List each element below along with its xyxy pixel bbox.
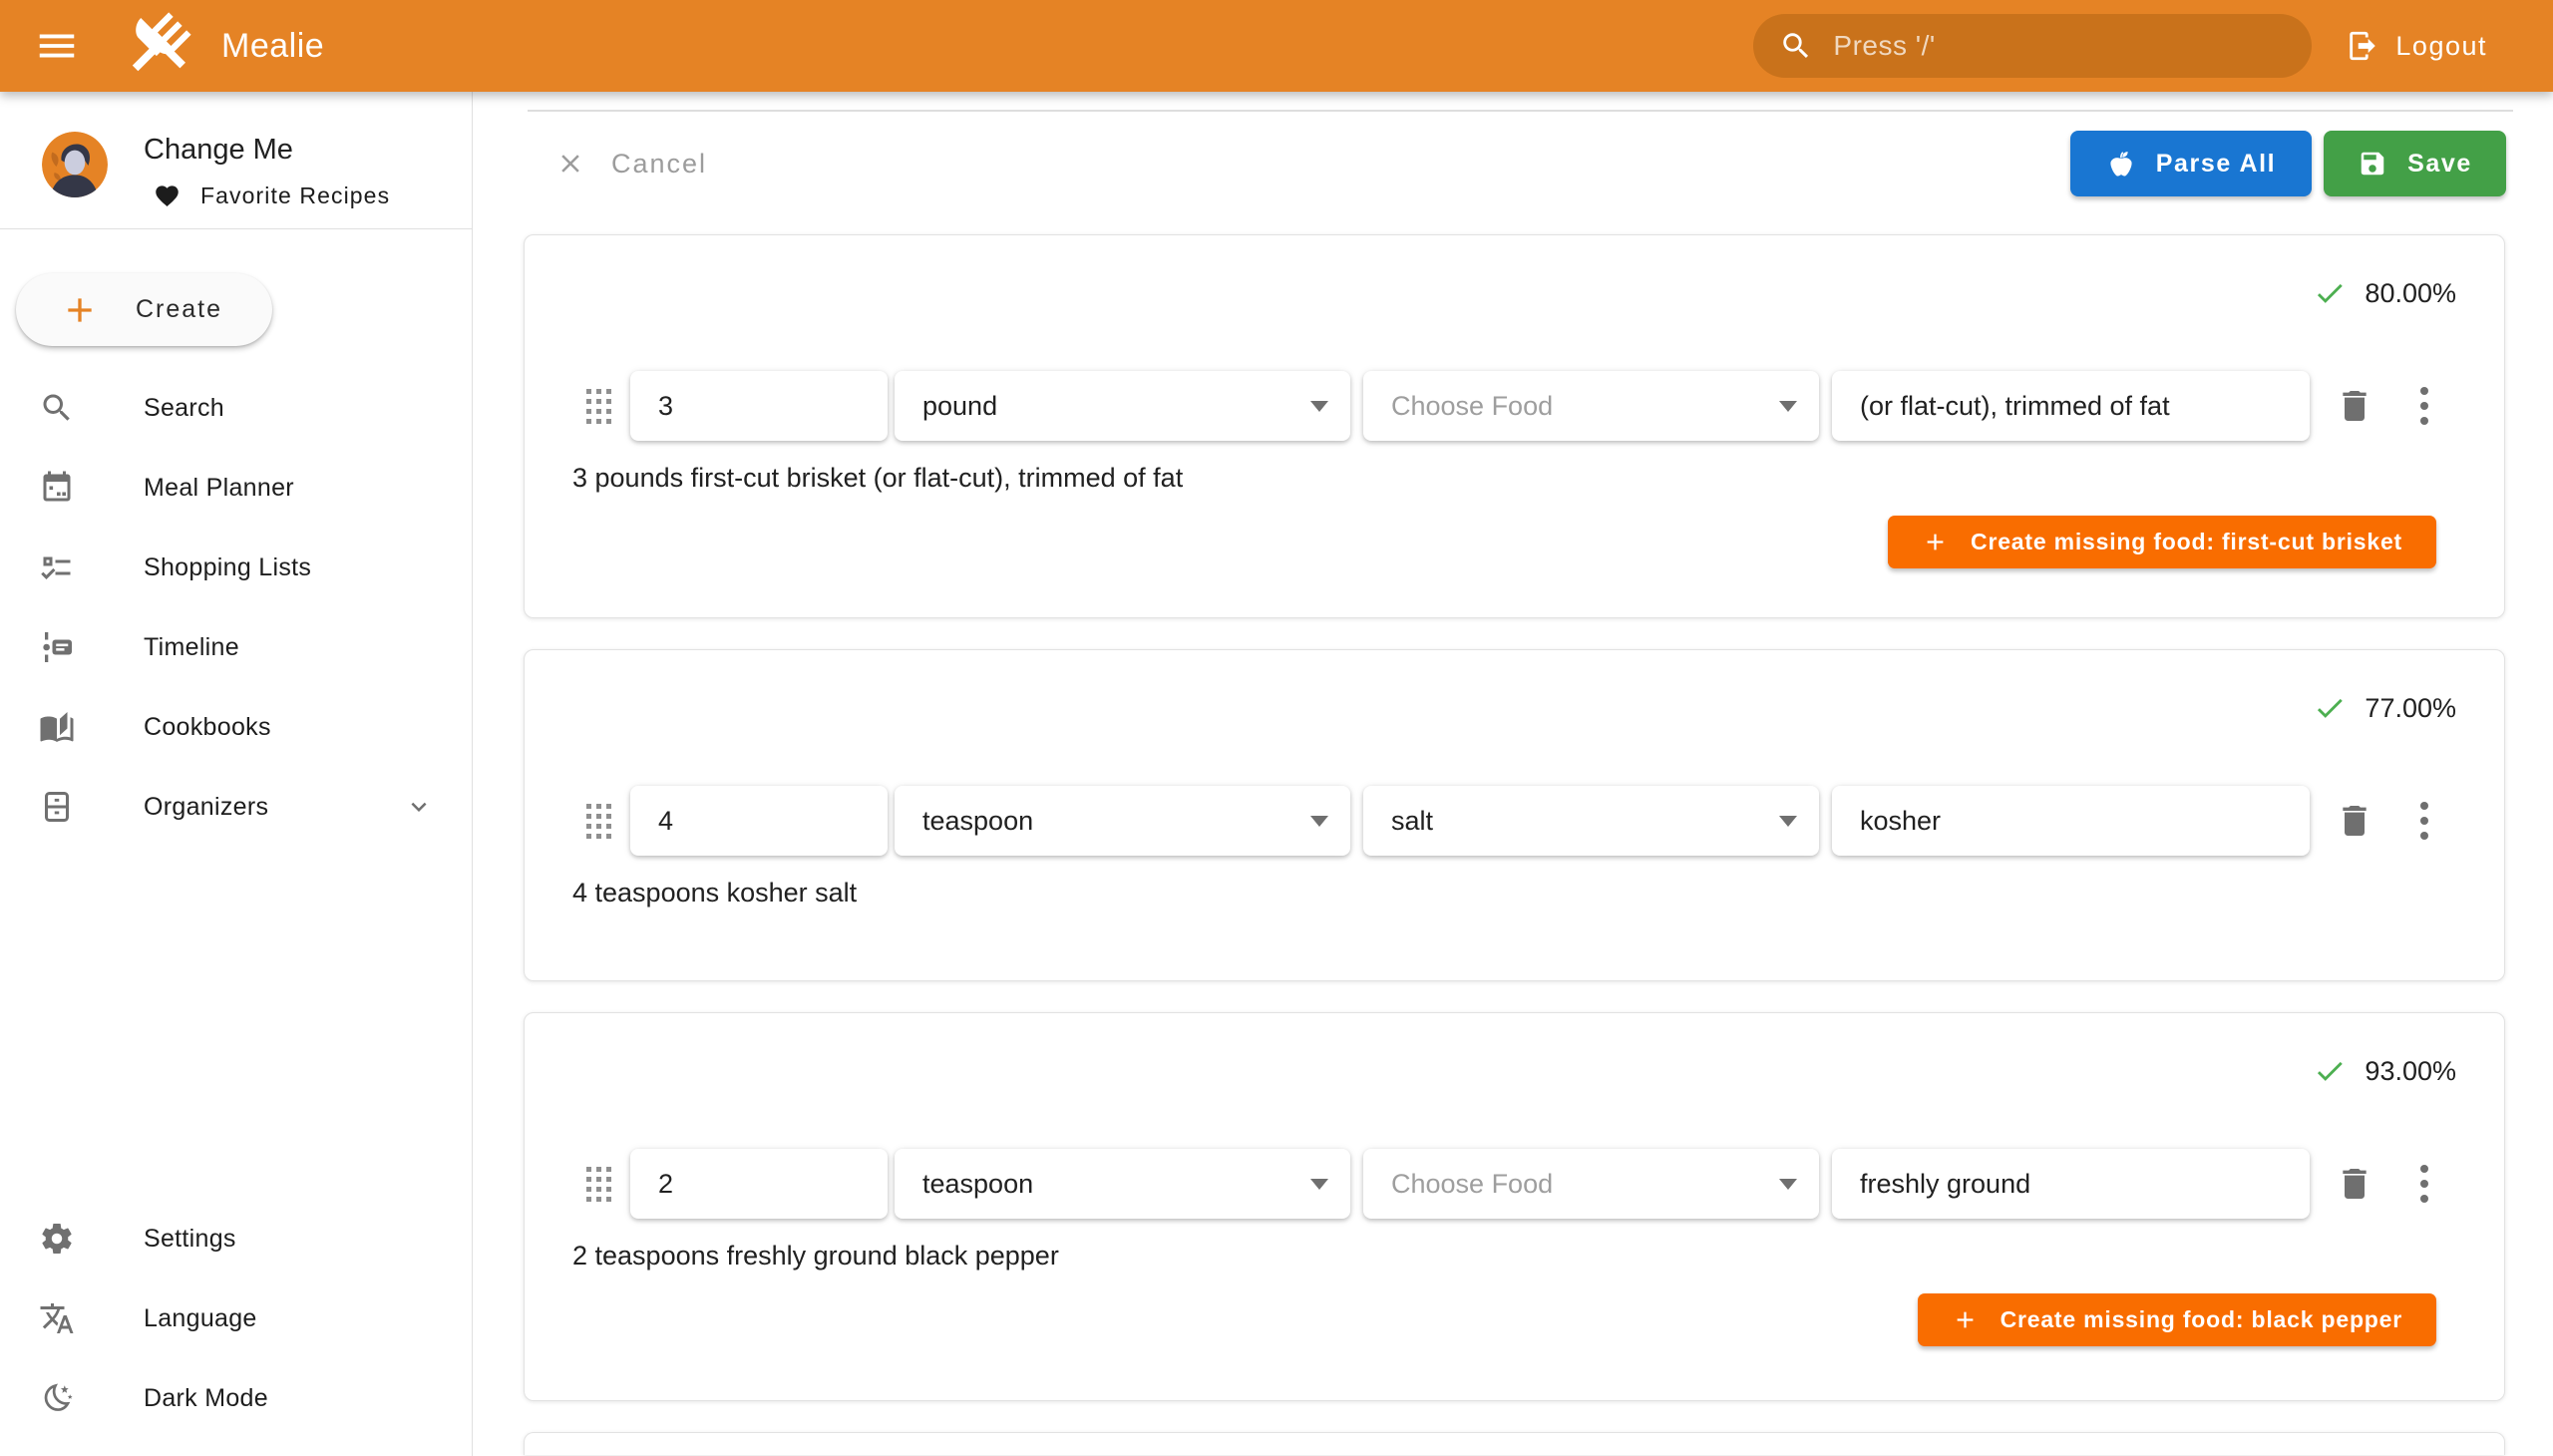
- cancel-button[interactable]: Cancel: [555, 149, 707, 180]
- food-select[interactable]: Choose Food: [1363, 371, 1819, 441]
- chevron-down-icon: [404, 792, 434, 822]
- favorite-recipes-link[interactable]: Favorite Recipes: [144, 182, 390, 209]
- quantity-input[interactable]: [630, 1149, 888, 1219]
- food-select[interactable]: Choose Food: [1363, 1149, 1819, 1219]
- food-select[interactable]: salt: [1363, 786, 1819, 856]
- original-ingredient-text: 4 teaspoons kosher salt: [572, 878, 2456, 909]
- confidence-check-icon: [2313, 691, 2347, 725]
- create-missing-food-button[interactable]: Create missing food: first-cut brisket: [1888, 516, 2436, 568]
- search-placeholder: Press '/': [1833, 30, 1935, 62]
- more-options-icon[interactable]: [2416, 383, 2432, 429]
- confidence-value: 93.00%: [2365, 1056, 2456, 1087]
- caret-down-icon: [1779, 816, 1797, 827]
- confidence-check-icon: [2313, 1054, 2347, 1088]
- calendar-icon: [39, 470, 75, 506]
- note-input[interactable]: [1832, 371, 2310, 441]
- mealie-logo-icon: [120, 8, 195, 84]
- caret-down-icon: [1310, 1179, 1328, 1190]
- logout-label: Logout: [2395, 31, 2487, 62]
- ingredient-card: 93.00% teaspoon Choose Food: [524, 1012, 2505, 1401]
- parse-all-button[interactable]: Parse All: [2070, 131, 2312, 196]
- unit-select[interactable]: teaspoon: [895, 786, 1350, 856]
- caret-down-icon: [1779, 401, 1797, 412]
- ingredient-card: 77.00% teaspoon salt: [524, 649, 2505, 981]
- timeline-icon: [39, 629, 75, 665]
- save-button[interactable]: Save: [2324, 131, 2506, 196]
- user-name: Change Me: [144, 134, 390, 167]
- unit-select[interactable]: pound: [895, 371, 1350, 441]
- sidebar-item-search[interactable]: Search: [0, 368, 472, 448]
- apple-icon: [2106, 149, 2136, 179]
- sidebar-item-shopping-lists[interactable]: Shopping Lists: [0, 528, 472, 607]
- create-label: Create: [136, 295, 222, 324]
- app-bar: Mealie Press '/' Logout: [0, 0, 2553, 92]
- checklist-icon: [39, 549, 75, 585]
- sidebar-item-timeline[interactable]: Timeline: [0, 607, 472, 687]
- search-icon: [39, 390, 75, 426]
- more-options-icon[interactable]: [2416, 1161, 2432, 1207]
- moon-icon: [39, 1380, 75, 1416]
- gear-icon: [39, 1221, 75, 1257]
- app-title: Mealie: [221, 27, 324, 66]
- create-button[interactable]: Create: [16, 273, 272, 346]
- sidebar-item-organizers[interactable]: Organizers: [0, 767, 472, 847]
- confidence-value: 77.00%: [2365, 693, 2456, 724]
- user-profile: Change Me Favorite Recipes: [0, 92, 472, 228]
- confidence-check-icon: [2313, 276, 2347, 310]
- note-input[interactable]: [1832, 1149, 2310, 1219]
- drag-handle[interactable]: [586, 804, 611, 839]
- logout-button[interactable]: Logout: [2346, 29, 2487, 63]
- caret-down-icon: [1310, 401, 1328, 412]
- sidebar-item-cookbooks[interactable]: Cookbooks: [0, 687, 472, 767]
- delete-icon[interactable]: [2335, 386, 2374, 426]
- plus-icon: [1922, 529, 1949, 555]
- global-search-input[interactable]: Press '/': [1753, 14, 2312, 78]
- sidebar-bottom-nav: Settings Language Dark Mode: [0, 1199, 472, 1456]
- ingredient-card: 80.00% pound Choose Food: [524, 234, 2505, 618]
- original-ingredient-text: 3 pounds first-cut brisket (or flat-cut)…: [572, 463, 2456, 494]
- book-icon: [39, 709, 75, 745]
- plus-icon: [60, 290, 100, 330]
- quantity-input[interactable]: [630, 786, 888, 856]
- ingredient-list: 80.00% pound Choose Food: [524, 234, 2505, 1455]
- sidebar-nav: Search Meal Planner Shopping Lists: [0, 368, 472, 847]
- sidebar-divider: [0, 228, 472, 229]
- favorite-recipes-label: Favorite Recipes: [200, 182, 390, 209]
- logout-icon: [2346, 29, 2379, 63]
- drag-handle[interactable]: [586, 389, 611, 424]
- drag-handle[interactable]: [586, 1167, 611, 1202]
- translate-icon: [39, 1300, 75, 1336]
- sidebar-item-meal-planner[interactable]: Meal Planner: [0, 448, 472, 528]
- search-icon: [1779, 29, 1813, 63]
- ingredient-parser-main: Cancel Parse All Save: [473, 92, 2553, 1456]
- caret-down-icon: [1310, 816, 1328, 827]
- parser-toolbar: Cancel Parse All Save: [473, 131, 2553, 196]
- original-ingredient-text: 2 teaspoons freshly ground black pepper: [572, 1241, 2456, 1272]
- create-missing-food-button[interactable]: Create missing food: black pepper: [1918, 1293, 2436, 1346]
- more-options-icon[interactable]: [2416, 798, 2432, 844]
- delete-icon[interactable]: [2335, 1164, 2374, 1204]
- note-input[interactable]: [1832, 786, 2310, 856]
- avatar[interactable]: [42, 132, 108, 197]
- content-top-divider: [528, 110, 2513, 112]
- quantity-input[interactable]: [630, 371, 888, 441]
- floppy-icon: [2358, 149, 2387, 179]
- delete-icon[interactable]: [2335, 801, 2374, 841]
- sidebar-item-language[interactable]: Language: [0, 1278, 472, 1358]
- plus-icon: [1952, 1306, 1979, 1333]
- ingredient-card-partial: [524, 1432, 2505, 1455]
- brand[interactable]: Mealie: [120, 8, 324, 84]
- confidence-value: 80.00%: [2365, 278, 2456, 309]
- close-icon: [555, 149, 585, 179]
- unit-select[interactable]: teaspoon: [895, 1149, 1350, 1219]
- mealie-app: Mealie Press '/' Logout: [0, 0, 2553, 1456]
- heart-icon: [154, 182, 181, 209]
- menu-icon[interactable]: [34, 23, 80, 69]
- sidebar: Change Me Favorite Recipes Create Search: [0, 92, 473, 1456]
- caret-down-icon: [1779, 1179, 1797, 1190]
- sidebar-item-settings[interactable]: Settings: [0, 1199, 472, 1278]
- cabinet-icon: [39, 789, 75, 825]
- sidebar-item-dark-mode[interactable]: Dark Mode: [0, 1358, 472, 1438]
